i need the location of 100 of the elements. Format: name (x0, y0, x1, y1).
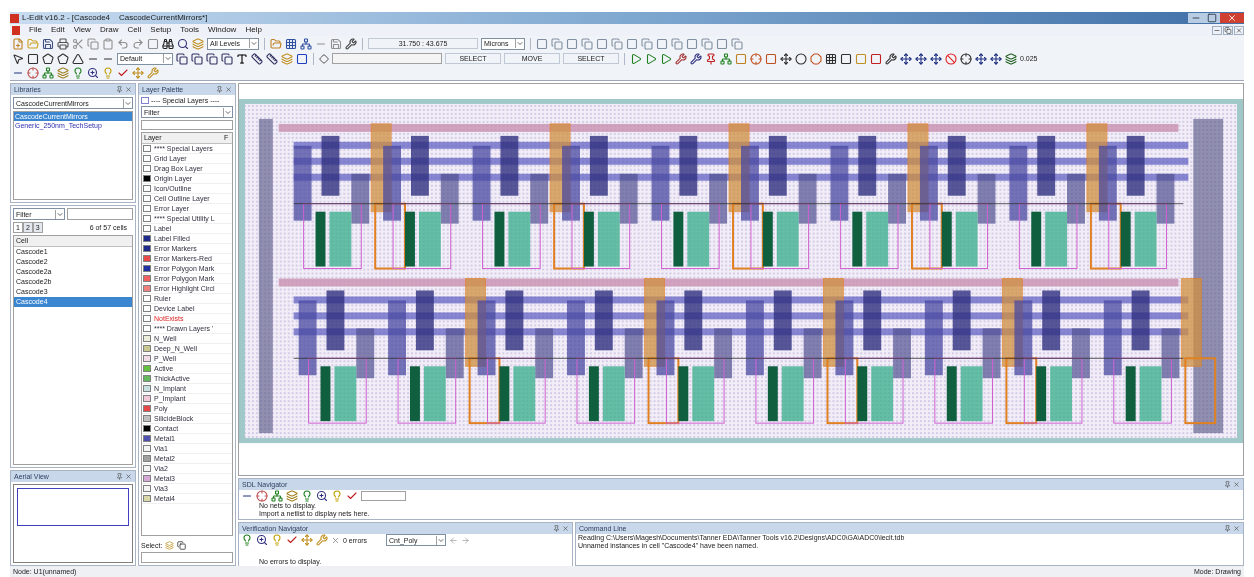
triangle-icon[interactable] (72, 52, 84, 65)
layers-icon[interactable] (286, 490, 298, 502)
ruler-icon[interactable] (266, 52, 278, 65)
close-icon[interactable] (562, 525, 569, 532)
grid-icon[interactable] (285, 37, 297, 50)
octagon-icon[interactable] (810, 52, 822, 65)
network-icon[interactable] (42, 67, 54, 79)
grid-icon[interactable] (825, 52, 837, 65)
lightbulb-icon[interactable] (301, 490, 313, 502)
pin-icon[interactable] (1224, 481, 1231, 488)
minimize-icon[interactable] (1188, 13, 1204, 23)
minimize-icon[interactable] (1212, 25, 1222, 35)
pin-icon[interactable] (1224, 525, 1231, 532)
play-icon[interactable] (660, 52, 672, 65)
close-icon[interactable] (1234, 25, 1244, 35)
viewport-frame[interactable] (17, 488, 129, 526)
polygon-icon[interactable] (42, 52, 54, 65)
menu-item[interactable]: Tools (180, 26, 199, 34)
text-icon[interactable] (236, 52, 248, 65)
move-icon[interactable] (900, 52, 912, 65)
printer-icon[interactable] (57, 37, 69, 50)
wrench-icon[interactable] (690, 52, 702, 65)
menu-item[interactable]: Draw (99, 26, 119, 34)
layers-icon[interactable] (1005, 52, 1017, 65)
move-icon[interactable] (990, 52, 1002, 65)
search-field[interactable] (67, 208, 133, 220)
menu-item[interactable]: Edit (50, 26, 65, 34)
square-icon[interactable] (27, 52, 39, 65)
close-icon[interactable] (125, 473, 132, 480)
close-icon[interactable] (1233, 525, 1240, 532)
wrench-icon[interactable] (675, 52, 687, 65)
diamond-icon[interactable] (319, 53, 329, 64)
caret-icon (249, 39, 258, 48)
zoom-icon[interactable] (87, 67, 99, 79)
pin-icon[interactable] (116, 86, 123, 93)
pin-icon[interactable] (116, 473, 123, 480)
no-entry-icon[interactable] (945, 52, 957, 65)
network-icon[interactable] (271, 490, 283, 502)
square-icon[interactable] (870, 52, 882, 65)
redo-icon[interactable] (132, 37, 144, 50)
aerial-view[interactable] (13, 484, 133, 563)
lightbulb-icon[interactable] (241, 534, 253, 546)
maximize-icon[interactable] (1204, 13, 1220, 23)
polygon-icon[interactable] (57, 52, 69, 65)
pin-icon[interactable] (705, 52, 717, 65)
square-icon[interactable] (840, 52, 852, 65)
check-icon[interactable] (286, 534, 298, 546)
forward-icon[interactable] (461, 535, 470, 545)
select-dropdown[interactable] (141, 552, 233, 563)
copy-icon[interactable] (191, 52, 203, 65)
close-icon[interactable] (1220, 13, 1244, 23)
menu-item[interactable]: Cell (127, 26, 142, 34)
text-field[interactable] (361, 491, 406, 501)
caret-icon (55, 209, 64, 219)
copy-icon[interactable] (177, 541, 187, 550)
pin-icon[interactable] (216, 86, 223, 93)
close-icon[interactable] (331, 535, 340, 545)
text-field[interactable] (332, 53, 442, 64)
paste-icon[interactable] (102, 37, 114, 50)
menu-item[interactable]: View (73, 26, 91, 34)
menu-item[interactable]: Setup (150, 26, 172, 34)
play-icon[interactable] (630, 52, 642, 65)
play-icon[interactable] (645, 52, 657, 65)
search-icon[interactable] (177, 37, 189, 50)
copy-icon[interactable] (176, 52, 188, 65)
close-icon[interactable] (125, 86, 132, 93)
pin-icon[interactable] (553, 525, 560, 532)
check-icon[interactable] (346, 490, 358, 502)
crosshair-icon[interactable] (960, 52, 972, 65)
move-icon[interactable] (930, 52, 942, 65)
wrench-icon[interactable] (345, 37, 357, 50)
ruler-icon[interactable] (251, 52, 263, 65)
check-icon[interactable] (117, 67, 129, 79)
crosshair-icon[interactable] (256, 490, 268, 502)
move-icon[interactable] (915, 52, 927, 65)
move-icon[interactable] (975, 52, 987, 65)
close-icon[interactable] (1233, 481, 1240, 488)
copy-icon[interactable] (206, 52, 218, 65)
zoom-icon[interactable] (256, 534, 268, 546)
zoom-icon[interactable] (316, 490, 328, 502)
binoculars-icon[interactable] (162, 37, 174, 50)
back-icon[interactable] (449, 535, 458, 545)
undo-icon[interactable] (117, 37, 129, 50)
save-icon[interactable] (42, 37, 54, 50)
pointer-icon[interactable] (12, 52, 24, 65)
menu-item[interactable]: File (29, 26, 42, 34)
menu-item[interactable]: Window (207, 26, 237, 34)
search-field[interactable] (141, 120, 233, 130)
network-icon[interactable] (300, 37, 312, 50)
move-icon[interactable] (780, 52, 792, 65)
circle-icon[interactable] (795, 52, 807, 65)
copy-icon[interactable] (221, 52, 233, 65)
wrench-icon[interactable] (885, 52, 897, 65)
network-icon[interactable] (720, 52, 732, 65)
menu-item[interactable]: Help (245, 26, 262, 34)
close-icon[interactable] (225, 86, 232, 93)
lightbulb-icon[interactable] (72, 67, 84, 79)
restore-icon[interactable] (1223, 25, 1233, 35)
square-icon[interactable] (296, 52, 308, 65)
document-icon (12, 25, 20, 35)
